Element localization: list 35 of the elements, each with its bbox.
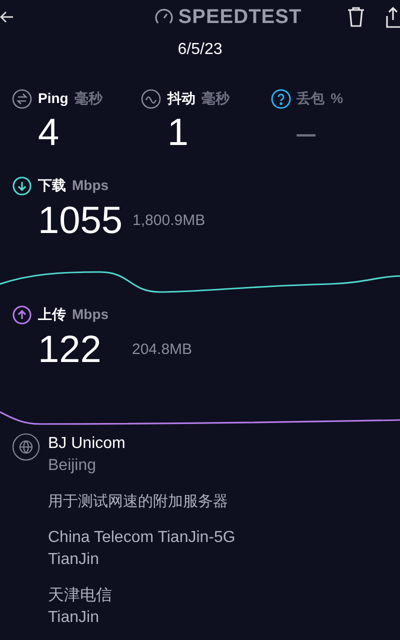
data-used: 1,800.9MB — [132, 210, 206, 231]
additional-servers-heading: 用于测试网速的附加服务器 — [48, 492, 229, 512]
exchange-icon — [12, 88, 32, 108]
trash-icon — [346, 6, 366, 28]
metric-value: – — [296, 113, 316, 154]
metric-label: 抖动 — [167, 89, 196, 108]
share-icon — [386, 6, 400, 28]
server-name: 天津电信 — [48, 586, 113, 606]
metric-unit: % — [330, 89, 344, 108]
delete-button[interactable] — [346, 6, 366, 28]
data-used: 204.8MB — [132, 340, 192, 360]
test-date: 6/5/23 — [178, 40, 222, 60]
globe-icon — [12, 433, 40, 461]
server-name: China Telecom TianJin-5G — [48, 528, 236, 548]
metric-label: 丢包 — [296, 89, 325, 108]
speed-value: 122 — [38, 328, 102, 373]
metric-unit: 毫秒 — [74, 89, 102, 108]
wave-icon — [141, 88, 162, 108]
server-location: Beijing — [48, 456, 98, 476]
metric-value: 4 — [38, 111, 60, 155]
metric-unit: 毫秒 — [201, 89, 230, 108]
speed-unit: Mbps — [72, 305, 109, 324]
share-button[interactable] — [386, 6, 400, 28]
speed-value: 1055 — [38, 199, 123, 244]
server-location: TianJin — [48, 550, 100, 570]
speed-label: 下载 — [38, 176, 66, 195]
app-title: SPEEDTEST — [178, 5, 302, 30]
help-icon[interactable] — [270, 88, 291, 108]
speed-unit: Mbps — [72, 176, 109, 195]
server-location: TianJin — [48, 608, 100, 628]
metric-value: 1 — [167, 111, 188, 155]
metric-label: Ping — [38, 89, 68, 108]
server-name: BJ Unicom — [48, 434, 126, 454]
speed-label: 上传 — [38, 305, 66, 324]
back-arrow-icon — [0, 10, 14, 24]
